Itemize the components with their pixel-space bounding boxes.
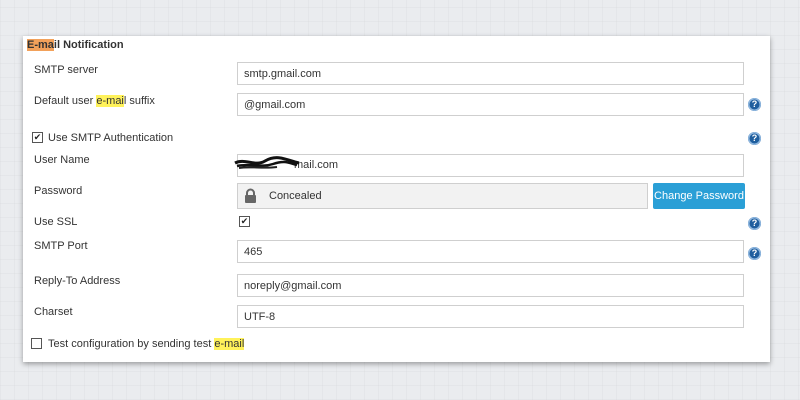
smtp-server-input[interactable]	[237, 62, 744, 85]
smtp-port-input[interactable]	[237, 240, 744, 263]
use-ssl-checkbox[interactable]: ✔	[239, 216, 250, 227]
password-label: Password	[34, 185, 83, 197]
section-title-rest: il Notification	[53, 39, 124, 51]
smtp-auth-checkbox[interactable]: ✔	[32, 132, 43, 143]
smtp-server-label: SMTP server	[34, 64, 98, 76]
test-config-label: Test configuration by sending test e-mai…	[48, 338, 245, 350]
smtp-port-label: SMTP Port	[34, 240, 88, 252]
username-label: User Name	[34, 154, 90, 166]
charset-label: Charset	[34, 306, 73, 318]
test-config-checkbox[interactable]	[31, 338, 42, 349]
lock-icon	[245, 188, 256, 203]
smtp-auth-label: Use SMTP Authentication	[48, 132, 174, 144]
charset-input[interactable]	[237, 305, 744, 328]
email-suffix-input[interactable]	[237, 93, 744, 116]
reply-to-input[interactable]	[237, 274, 744, 297]
password-concealed-text: Concealed	[269, 190, 322, 202]
help-icon[interactable]: ?	[748, 247, 761, 260]
section-title: E-mail Notification	[27, 39, 124, 51]
change-password-button[interactable]: Change Password	[653, 183, 745, 209]
reply-to-label: Reply-To Address	[34, 275, 121, 287]
help-icon[interactable]: ?	[748, 217, 761, 230]
use-ssl-label: Use SSL	[34, 216, 78, 228]
username-input[interactable]: mail.com	[237, 154, 744, 177]
help-icon[interactable]: ?	[748, 98, 761, 111]
email-suffix-label: Default user e-mail suffix	[34, 95, 155, 107]
password-field[interactable]: Concealed	[237, 183, 648, 209]
section-title-highlight: E-ma	[27, 39, 54, 51]
redaction-scribble	[234, 156, 300, 169]
help-icon[interactable]: ?	[748, 132, 761, 145]
